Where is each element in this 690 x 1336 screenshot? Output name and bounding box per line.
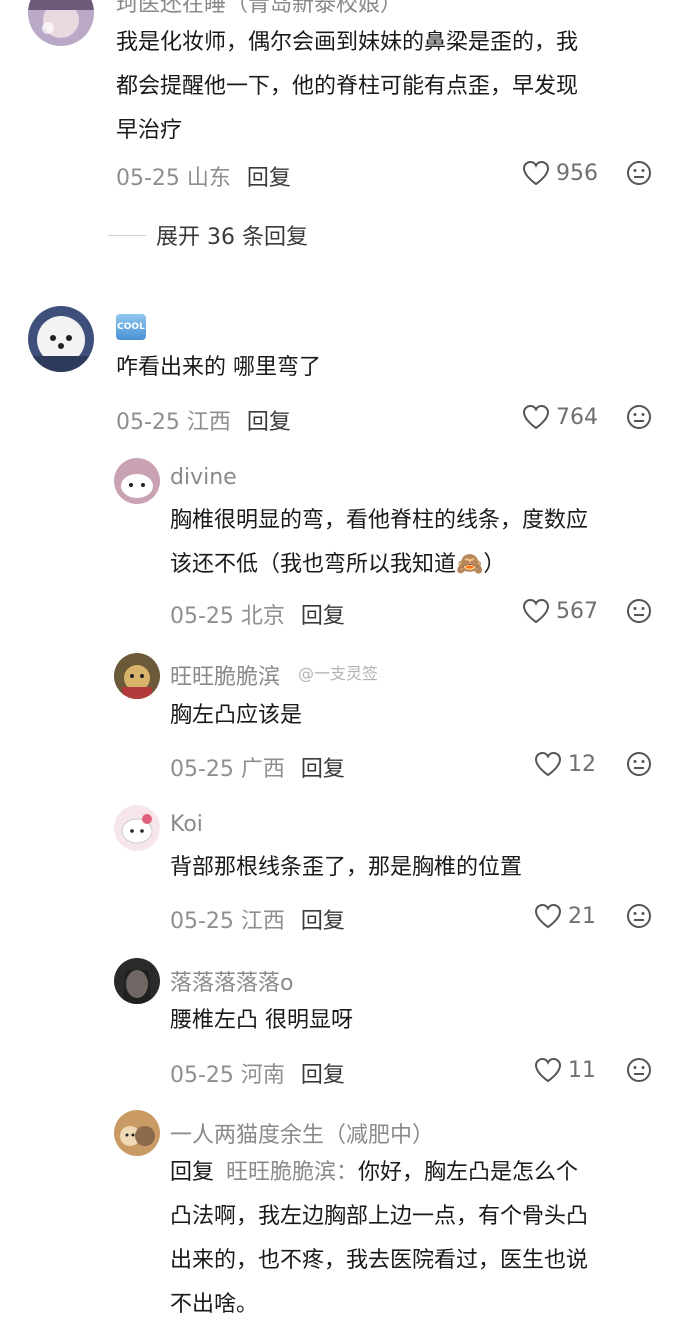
reply-button[interactable]: 回复	[247, 166, 291, 191]
reply-text: 背部那根线条歪了，那是胸椎的位置	[170, 846, 522, 890]
like-count: 956	[556, 160, 598, 186]
comment-text-line: 我是化妆师，偶尔会画到妹妹的鼻梁是歪的，我	[116, 30, 579, 55]
comment-text: 咋看出来的 哪里弯了	[116, 346, 321, 390]
heart-icon	[534, 751, 562, 777]
reply-text-line: 不出啥。	[170, 1292, 259, 1317]
mention-link[interactable]: 旺旺脆脆滨：	[226, 1160, 358, 1185]
reply-username[interactable]: divine	[170, 465, 237, 490]
avatar[interactable]	[114, 458, 160, 504]
comment-meta: 05-25 山东 回复	[116, 160, 291, 192]
reply-text: 回复 旺旺脆脆滨：你好，胸左凸是怎么个 凸法啊，我左边胸部上边一点，有个骨头凸 出…	[170, 1151, 670, 1327]
reply-button[interactable]: 回复	[247, 410, 291, 435]
reply-username[interactable]: Koi	[170, 812, 203, 837]
like-count: 11	[568, 1057, 596, 1083]
reply-meta: 05-25 江西 回复	[170, 903, 345, 935]
reply-text-line: 背部那根线条歪了，那是胸椎的位置	[170, 855, 523, 880]
reply-date-location: 05-25 广西	[170, 757, 285, 782]
avatar[interactable]	[114, 958, 160, 1004]
dislike-icon[interactable]	[626, 903, 652, 933]
avatar[interactable]	[114, 653, 160, 699]
dislike-icon[interactable]	[626, 160, 652, 190]
expand-replies-label: 展开 36 条回复	[156, 225, 308, 250]
like-button[interactable]: 567	[522, 598, 598, 624]
comment-text-line: 咋看出来的 哪里弯了	[116, 355, 321, 380]
dislike-icon[interactable]	[626, 598, 652, 628]
like-count: 764	[556, 404, 598, 430]
reply-text: 腰椎左凸 很明显呀	[170, 999, 353, 1043]
reply-meta: 05-25 河南 回复	[170, 1057, 345, 1089]
reply-button[interactable]: 回复	[301, 757, 345, 782]
comment-text-line: 都会提醒他一下，他的脊柱可能有点歪，早发现	[116, 74, 579, 99]
dislike-icon[interactable]	[626, 404, 652, 434]
like-button[interactable]: 764	[522, 404, 598, 430]
reply-text-segment: 你好，胸左凸是怎么个	[358, 1160, 579, 1185]
reply-text-line: 胸椎很明显的弯，看他脊柱的线条，度数应	[170, 508, 589, 533]
like-button[interactable]: 11	[534, 1057, 596, 1083]
reply-text: 胸左凸应该是	[170, 694, 302, 738]
like-button[interactable]: 21	[534, 903, 596, 929]
like-count: 567	[556, 598, 598, 624]
avatar[interactable]	[28, 0, 94, 46]
reply-text-line: 出来的，也不疼，我去医院看过，医生也说	[170, 1248, 589, 1273]
comment-meta: 05-25 江西 回复	[116, 404, 291, 436]
reply-meta: 05-25 北京 回复	[170, 598, 345, 630]
avatar[interactable]	[114, 805, 160, 851]
like-button[interactable]: 12	[534, 751, 596, 777]
avatar[interactable]	[28, 306, 94, 372]
reply-text-line: 回复 旺旺脆脆滨：你好，胸左凸是怎么个	[170, 1151, 670, 1195]
reply-text-line: 该还不低（我也弯所以我知道🙈）	[170, 552, 506, 577]
reply-text-line: 胸左凸应该是	[170, 703, 303, 728]
heart-icon	[522, 404, 550, 430]
reply-button[interactable]: 回复	[301, 1063, 345, 1088]
avatar[interactable]	[114, 1110, 160, 1156]
like-count: 21	[568, 903, 596, 929]
reply-text: 胸椎很明显的弯，看他脊柱的线条，度数应 该还不低（我也弯所以我知道🙈）	[170, 499, 670, 587]
comment-username[interactable]: 珂医还在睡（青岛新泰校娘）	[116, 0, 402, 18]
heart-icon	[522, 598, 550, 624]
reply-text-line: 腰椎左凸 很明显呀	[170, 1008, 353, 1033]
watermark: @一支灵签	[298, 664, 379, 683]
comment-date-location: 05-25 山东	[116, 166, 231, 191]
heart-icon	[522, 160, 550, 186]
comment-text: 我是化妆师，偶尔会画到妹妹的鼻梁是歪的，我 都会提醒他一下，他的脊柱可能有点歪，…	[116, 21, 676, 153]
divider	[108, 234, 146, 236]
reply-date-location: 05-25 北京	[170, 604, 285, 629]
reply-username[interactable]: 一人两猫度余生（减肥中）	[170, 1117, 434, 1149]
reply-username[interactable]: 旺旺脆脆滨	[170, 659, 280, 691]
expand-replies-button[interactable]: 展开 36 条回复	[108, 219, 308, 251]
reply-date-location: 05-25 江西	[170, 909, 285, 934]
like-count: 12	[568, 751, 596, 777]
dislike-icon[interactable]	[626, 751, 652, 781]
cool-badge-icon: COOL	[116, 314, 146, 340]
reply-button[interactable]: 回复	[301, 604, 345, 629]
reply-text-line: 凸法啊，我左边胸部上边一点，有个骨头凸	[170, 1204, 589, 1229]
comment-date-location: 05-25 江西	[116, 410, 231, 435]
heart-icon	[534, 1057, 562, 1083]
reply-username[interactable]: 落落落落落o	[170, 965, 293, 997]
reply-meta: 05-25 广西 回复	[170, 751, 345, 783]
reply-button[interactable]: 回复	[301, 909, 345, 934]
reply-prefix: 回复	[170, 1160, 215, 1185]
dislike-icon[interactable]	[626, 1057, 652, 1087]
like-button[interactable]: 956	[522, 160, 598, 186]
comment-text-line: 早治疗	[116, 118, 183, 143]
heart-icon	[534, 903, 562, 929]
reply-date-location: 05-25 河南	[170, 1063, 285, 1088]
